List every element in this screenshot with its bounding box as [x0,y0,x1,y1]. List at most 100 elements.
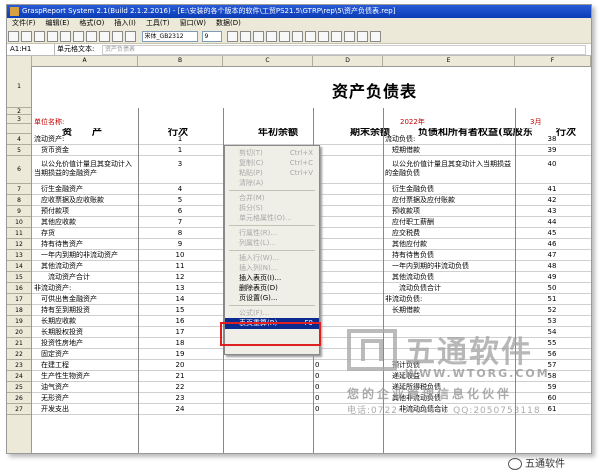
cell-a[interactable]: 流动资产: [34,134,136,144]
cell-e[interactable]: 应交税费 [385,228,513,238]
cell-b[interactable]: 1 [140,134,220,144]
row-header-cell[interactable]: 26 [7,393,31,404]
cell-a[interactable]: 开发支出 [34,404,136,414]
row-header-cell[interactable]: 21 [7,338,31,349]
cell-b[interactable]: 19 [140,349,220,359]
row-header-cell[interactable]: 6 [7,156,31,184]
cell-f[interactable]: 45 [517,228,587,238]
print-icon[interactable] [47,31,58,42]
cell-a[interactable]: 生产性生物资产 [34,371,136,381]
cell-b[interactable]: 3 [140,160,220,169]
row-header-cell[interactable]: 14 [7,261,31,272]
open-icon[interactable] [21,31,32,42]
cell-a[interactable]: 在建工程 [34,360,136,370]
cell-b[interactable]: 14 [140,294,220,304]
align-right-icon[interactable] [253,31,265,42]
cell-d[interactable]: 0 [315,294,375,304]
function-icon[interactable] [125,31,136,42]
cell-b[interactable]: 6 [140,206,220,216]
cell-d[interactable]: 0 [315,184,375,194]
cut-icon[interactable] [60,31,71,42]
row-header-cell[interactable]: 15 [7,272,31,283]
cell-a[interactable]: 以公允价值计量且其变动计入当期损益的金融资产 [34,160,136,178]
row-header-cell[interactable]: 13 [7,250,31,261]
italic-icon[interactable] [318,31,330,42]
column-header-B[interactable]: B [138,56,223,66]
cell-a[interactable]: 油气资产 [34,382,136,392]
cell-b[interactable]: 4 [140,184,220,194]
cell-e[interactable]: 应付职工薪酬 [385,217,513,227]
cell-e[interactable]: 衍生金融负债 [385,184,513,194]
redo-icon[interactable] [112,31,123,42]
menu-item-6[interactable]: 数据(D) [216,19,241,27]
cell-b[interactable]: 22 [140,382,220,392]
cell-a[interactable]: 一年内到期的非流动资产 [34,250,136,260]
font-size-select[interactable]: 9 [201,31,222,42]
cell-b[interactable]: 7 [140,217,220,227]
cell-d[interactable]: 0 [315,239,375,249]
cell-f[interactable]: 39 [517,145,587,155]
row-header-cell[interactable]: 3 [7,115,31,124]
cell-b[interactable]: 8 [140,228,220,238]
cell-a[interactable]: 长期应收款 [34,316,136,326]
cell-f[interactable]: 50 [517,283,587,293]
cell-f[interactable]: 52 [517,305,587,315]
cell-a[interactable]: 无形资产 [34,393,136,403]
column-header-C[interactable]: C [223,56,313,66]
row-header-cell[interactable]: 5 [7,145,31,156]
row-header-cell[interactable]: 17 [7,294,31,305]
cell-b[interactable]: 16 [140,316,220,326]
cell-b[interactable]: 12 [140,272,220,282]
cell-b[interactable]: 23 [140,393,220,403]
cell-e[interactable]: 其他流动负债 [385,272,513,282]
cell-e[interactable]: 短期借款 [385,145,513,155]
menu-item-0[interactable]: 文件(F) [12,19,36,27]
cell-f[interactable]: 47 [517,250,587,260]
cell-e[interactable]: 一年内到期的非流动负债 [385,261,513,271]
cell-b[interactable]: 9 [140,239,220,249]
context-menu-item-7[interactable]: 单元格属性(O)... [225,213,319,224]
cell-f[interactable]: 40 [517,160,587,169]
cell-e[interactable]: 流动负债合计 [385,283,513,293]
row-header-cell[interactable]: 23 [7,360,31,371]
cell-e[interactable]: 应付票据及应付账款 [385,195,513,205]
menu-item-2[interactable]: 格式(O) [79,19,104,27]
row-header-cell[interactable]: 20 [7,327,31,338]
cell-reference[interactable]: A1:H1 [7,44,55,55]
cell-f[interactable]: 46 [517,239,587,249]
cell-a[interactable]: 非流动资产: [34,283,136,293]
cell-b[interactable]: 17 [140,327,220,337]
fill-icon[interactable] [357,31,369,42]
cell-b[interactable]: 20 [140,360,220,370]
cell-d[interactable]: 0 [315,206,375,216]
cell-b[interactable]: 5 [140,195,220,205]
context-menu-item-3[interactable]: 清除(A) [225,178,319,189]
row-header-cell[interactable]: 25 [7,382,31,393]
split-icon[interactable] [292,31,304,42]
row-header-cell[interactable]: 18 [7,305,31,316]
row-header-cell[interactable]: 22 [7,349,31,360]
cell-f[interactable]: 48 [517,261,587,271]
cell-d[interactable]: 0 [315,145,375,155]
menu-item-5[interactable]: 窗口(W) [180,19,206,27]
cell-a[interactable]: 应收票据及应收账款 [34,195,136,205]
cell-a[interactable]: 长期股权投资 [34,327,136,337]
copy-icon[interactable] [73,31,84,42]
cell-b[interactable]: 15 [140,305,220,315]
row-header-cell[interactable]: 2 [7,108,31,115]
cell-b[interactable]: 13 [140,283,220,293]
row-header-cell[interactable]: 7 [7,184,31,195]
column-header-E[interactable]: E [383,56,515,66]
cell-d[interactable]: 0 [315,228,375,238]
font-select[interactable]: 宋体_GB2312 [141,31,198,42]
color-icon[interactable] [344,31,356,42]
cell-f[interactable]: 51 [517,294,587,304]
cell-a[interactable]: 存货 [34,228,136,238]
cell-e[interactable]: 长期借款 [385,305,513,315]
cell-b[interactable]: 1 [140,145,220,155]
undo-icon[interactable] [99,31,110,42]
row-header-cell[interactable]: 10 [7,217,31,228]
cell-a[interactable]: 流动资产合计 [34,272,136,282]
column-header-A[interactable]: A [32,56,138,66]
cell-e[interactable]: 其他应付款 [385,239,513,249]
